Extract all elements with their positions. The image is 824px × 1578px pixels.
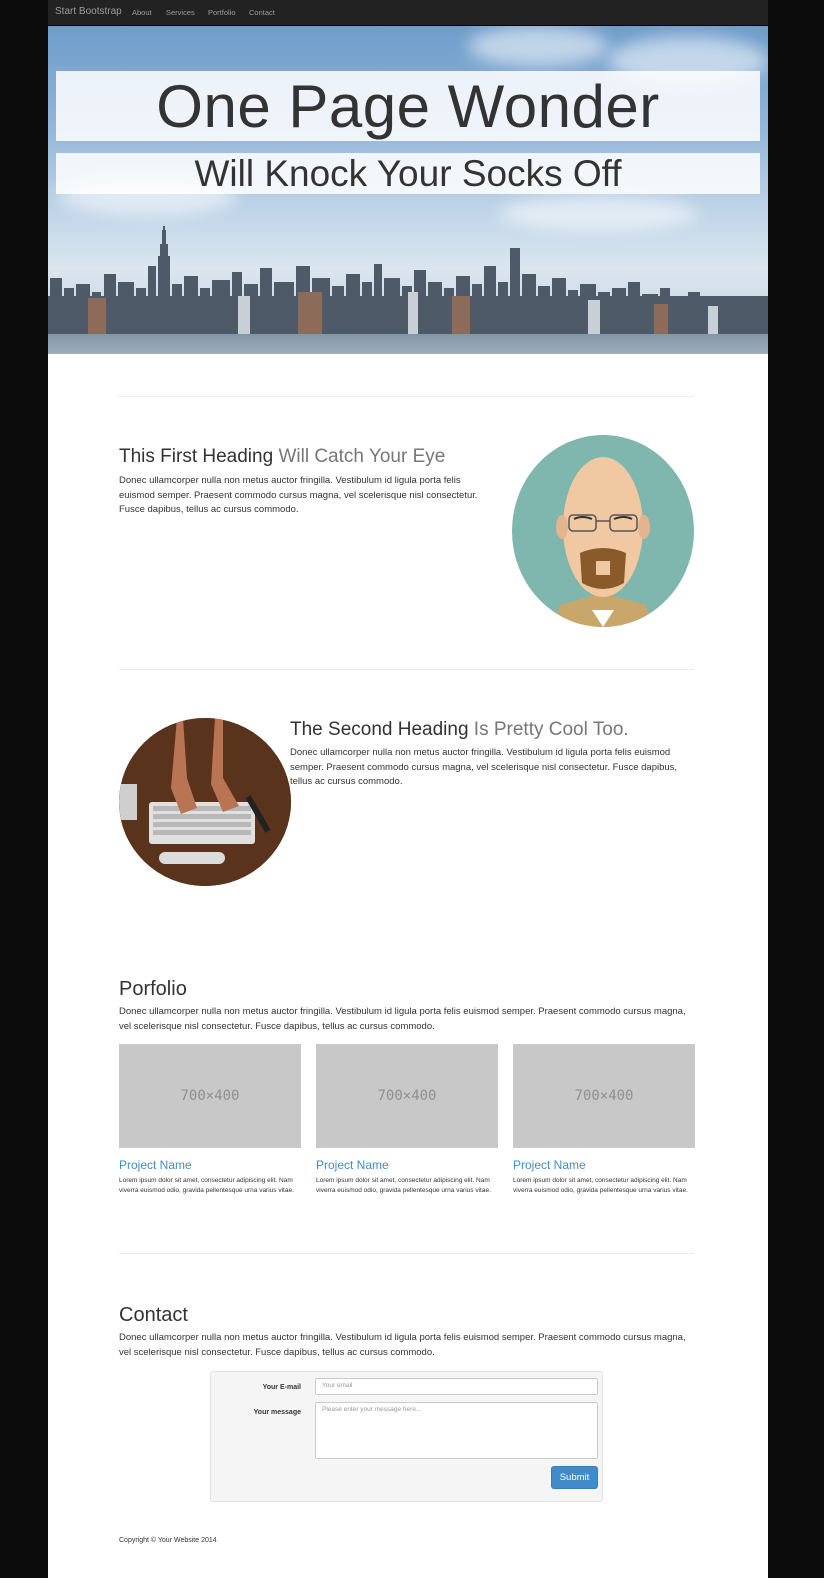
project-thumbnail[interactable]: 700×400 [316,1044,498,1148]
footer-copyright: Copyright © Your Website 2014 [119,1537,217,1544]
nav-link-about[interactable]: About [132,8,152,17]
portrait-avatar-image [512,435,694,627]
feature2-heading: The Second Heading Is Pretty Cool Too. [290,719,629,741]
email-input[interactable]: Your email [315,1378,598,1395]
section-divider [119,1253,694,1254]
featurette-divider [119,669,694,670]
nav-link-portfolio[interactable]: Portfolio [208,8,236,17]
submit-button[interactable]: Submit [551,1466,598,1489]
contact-form: Your E-mail Your email Your message Plea… [210,1371,603,1502]
feature2-heading-main: The Second Heading [290,719,469,740]
river-water [48,334,768,354]
nav-link-contact[interactable]: Contact [249,8,275,17]
hero-header: One Page Wonder Will Knock Your Socks Of… [48,26,768,354]
feature1-text: Donec ullamcorper nulla non metus auctor… [119,475,478,515]
portfolio-heading: Porfolio [119,978,187,1000]
contact-text: Donec ullamcorper nulla non metus auctor… [119,1332,686,1358]
keyboard-hands-image [119,718,291,886]
hero-subtitle: Will Knock Your Socks Off [56,153,760,194]
navbar: Start Bootstrap About Services Portfolio… [48,0,768,26]
page: Start Bootstrap About Services Portfolio… [48,0,768,1578]
project-description: Lorem ipsum dolor sit amet, consectetur … [119,1177,294,1194]
navbar-brand[interactable]: Start Bootstrap [55,6,122,17]
project-description: Lorem ipsum dolor sit amet, consectetur … [316,1177,491,1194]
project-name-link[interactable]: Project Name [513,1158,586,1172]
nav-link-services[interactable]: Services [166,8,195,17]
project-thumbnail[interactable]: 700×400 [119,1044,301,1148]
email-label: Your E-mail [262,1384,301,1391]
feature1-heading: This First Heading Will Catch Your Eye [119,446,445,468]
feature2-text: Donec ullamcorper nulla non metus auctor… [290,747,678,787]
hero-title: One Page Wonder [56,71,760,141]
contact-heading: Contact [119,1304,188,1326]
cloud [468,26,608,66]
project-description: Lorem ipsum dolor sit amet, consectetur … [513,1177,688,1194]
portfolio-text: Donec ullamcorper nulla non metus auctor… [119,1006,686,1032]
project-thumbnail[interactable]: 700×400 [513,1044,695,1148]
project-name-link[interactable]: Project Name [119,1158,192,1172]
message-textarea[interactable]: Please enter your message here... [315,1402,598,1459]
feature1-heading-muted: Will Catch Your Eye [278,446,446,467]
project-name-link[interactable]: Project Name [316,1158,389,1172]
feature1-heading-main: This First Heading [119,446,274,467]
featurette-divider [119,396,694,397]
feature2-heading-muted: Is Pretty Cool Too. [473,719,629,740]
message-label: Your message [253,1409,301,1416]
